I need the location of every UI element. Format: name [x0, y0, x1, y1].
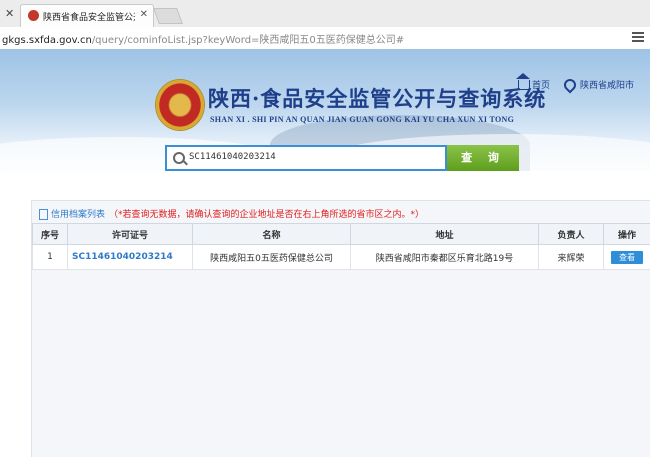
browser-menu-icon[interactable]	[632, 32, 644, 44]
company-name: 陕西咸阳五0五医药保健总公司	[193, 245, 351, 270]
browser-tab-bar: ✕ 陕西省食品安全监管公开 ✕	[0, 0, 650, 28]
column-header: 名称	[193, 224, 351, 245]
national-emblem-icon	[156, 80, 204, 130]
search-input[interactable]	[189, 152, 439, 162]
tab-title: 陕西省食品安全监管公开	[43, 10, 135, 23]
site-banner: 陕西·食品安全监管公开与查询系统 SHAN XI . SHI PIN AN QU…	[0, 49, 650, 171]
address-bar[interactable]: gkgs.sxfda.gov.cn/query/cominfoList.jsp?…	[0, 27, 650, 50]
search-icon	[173, 152, 185, 164]
site-title: 陕西·食品安全监管公开与查询系统	[208, 83, 546, 113]
region-selector[interactable]: 陕西省咸阳市	[580, 81, 634, 91]
results-panel: 信用档案列表 （*若查询无数据，请确认查询的企业地址是否在右上角所选的省市区之内。…	[31, 200, 650, 457]
url-path: /query/cominfoList.jsp?keyWord=陕西咸阳五0五医药…	[92, 35, 404, 46]
column-header: 地址	[351, 224, 539, 245]
search-box[interactable]	[165, 145, 447, 171]
company-address: 陕西省咸阳市秦都区乐育北路19号	[351, 245, 539, 270]
row-index: 1	[33, 245, 68, 270]
document-icon	[39, 209, 48, 220]
panel-title[interactable]: 信用档案列表	[51, 210, 105, 220]
column-header: 操作	[604, 224, 650, 245]
column-header: 序号	[33, 224, 68, 245]
new-tab-button[interactable]	[153, 8, 183, 24]
close-icon[interactable]: ✕	[5, 7, 14, 20]
view-button[interactable]: 查看	[611, 251, 643, 264]
table-row: 1 SC11461040203214 陕西咸阳五0五医药保健总公司 陕西省咸阳市…	[33, 245, 650, 270]
home-icon[interactable]	[518, 80, 530, 90]
home-link[interactable]: 首页	[532, 81, 550, 91]
responsible-person: 来辉荣	[539, 245, 604, 270]
url-host: gkgs.sxfda.gov.cn	[2, 35, 92, 46]
top-links: 首页 陕西省咸阳市	[518, 78, 634, 91]
table-header-row: 序号 许可证号 名称 地址 负责人 操作	[33, 224, 650, 245]
search-button[interactable]: 查 询	[447, 145, 519, 171]
license-number-link[interactable]: SC11461040203214	[68, 245, 193, 270]
column-header: 许可证号	[68, 224, 193, 245]
panel-header: 信用档案列表 （*若查询无数据，请确认查询的企业地址是否在右上角所选的省市区之内。…	[39, 207, 424, 220]
action-cell: 查看	[604, 245, 650, 270]
site-subtitle: SHAN XI . SHI PIN AN QUAN JIAN GUAN GONG…	[210, 115, 514, 124]
column-header: 负责人	[539, 224, 604, 245]
browser-tab[interactable]: 陕西省食品安全监管公开 ✕	[20, 4, 154, 27]
url-text[interactable]: gkgs.sxfda.gov.cn/query/cominfoList.jsp?…	[2, 31, 404, 46]
tab-close-icon[interactable]: ✕	[140, 9, 148, 20]
site-favicon-icon	[28, 10, 39, 21]
panel-note: （*若查询无数据，请确认查询的企业地址是否在右上角所选的省市区之内。*）	[109, 210, 424, 220]
location-pin-icon[interactable]	[561, 76, 578, 93]
results-table: 序号 许可证号 名称 地址 负责人 操作 1 SC11461040203214 …	[32, 223, 650, 270]
